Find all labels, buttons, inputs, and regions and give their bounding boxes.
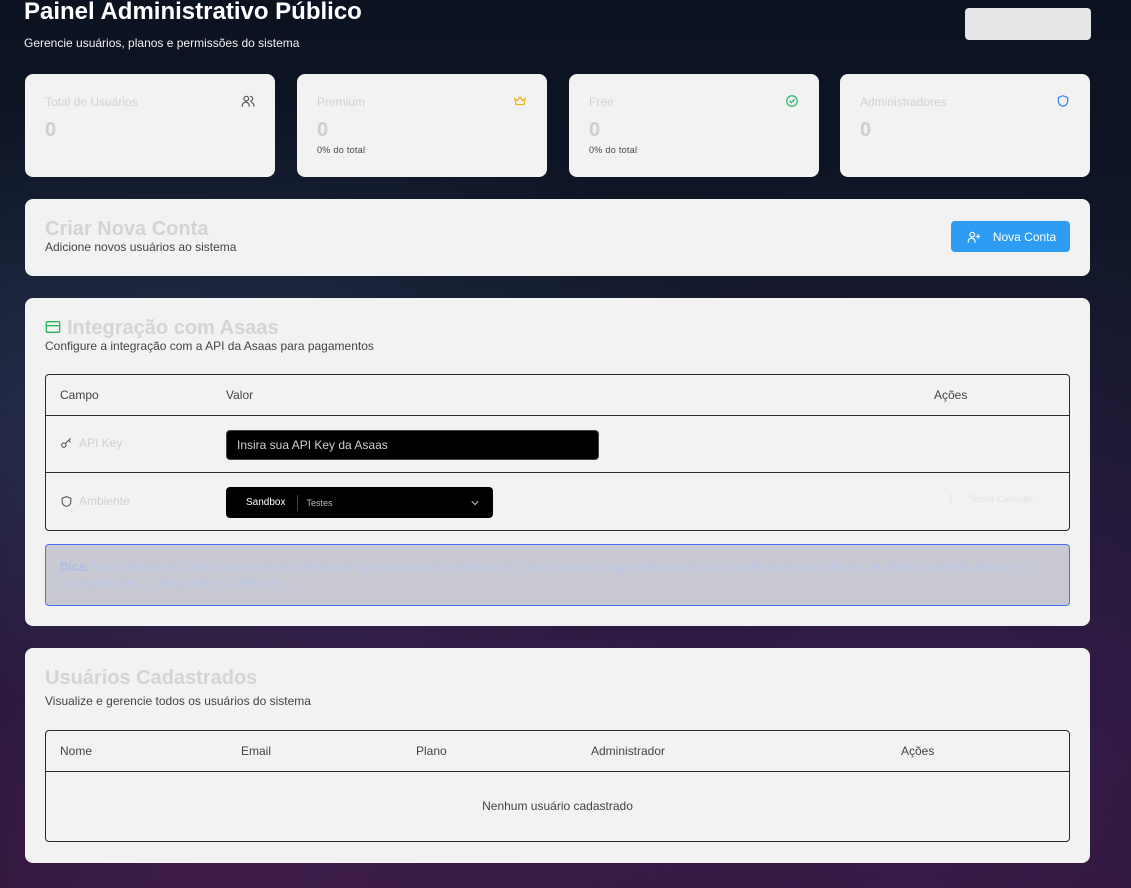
credit-card-icon <box>45 321 61 333</box>
create-account-card: Criar Nova Conta Adicione novos usuários… <box>25 199 1090 276</box>
asaas-integration-card: Integração com Asaas Configure a integra… <box>25 298 1090 626</box>
stat-label: Total de Usuários <box>45 95 138 109</box>
asaas-config-table: Campo Valor Ações API Key Ambiente Sandb… <box>45 374 1070 531</box>
stat-value: 0 <box>860 119 872 141</box>
shield-icon <box>61 495 72 507</box>
test-connection-button[interactable]: Testar Conexão <box>946 493 1033 505</box>
column-header-name: Nome <box>60 744 93 758</box>
stat-label: Administradores <box>860 95 947 109</box>
asaas-desc: Configure a integração com a API da Asaa… <box>45 339 374 353</box>
api-key-label: API Key <box>60 436 122 450</box>
header-action-button[interactable] <box>965 8 1091 40</box>
stat-card-admins: Administradores 0 <box>840 74 1090 177</box>
chevron-down-icon <box>471 500 479 505</box>
stat-value: 0 <box>45 119 57 141</box>
stat-value: 0 <box>317 119 329 141</box>
api-key-input[interactable] <box>226 430 599 460</box>
page-title: Painel Administrativo Público <box>24 0 362 25</box>
tip-text: Use o ambiente Sandbox para testes e Pro… <box>60 560 1030 590</box>
create-account-title: Criar Nova Conta <box>45 218 209 240</box>
key-icon <box>61 437 71 448</box>
stat-label: Free <box>589 95 614 109</box>
stat-subtext: 0% do total <box>589 145 638 155</box>
check-circle-icon <box>786 95 798 107</box>
environment-value: Sandbox <box>246 497 286 508</box>
environment-label: Ambiente <box>60 494 130 508</box>
new-account-button[interactable]: Nova Conta <box>951 221 1070 252</box>
create-account-desc: Adicione novos usuários ao sistema <box>45 240 237 254</box>
stat-card-total-users: Total de Usuários 0 <box>25 74 275 177</box>
stat-card-premium: Premium 0 0% do total <box>297 74 547 177</box>
tip-box: Dica: Use o ambiente Sandbox para testes… <box>45 544 1070 606</box>
users-title: Usuários Cadastrados <box>45 667 258 689</box>
page-subtitle: Gerencie usuários, planos e permissões d… <box>24 36 300 50</box>
plug-icon <box>949 494 953 504</box>
column-header-value: Valor <box>226 388 254 402</box>
crown-icon <box>514 96 526 106</box>
empty-state-message: Nenhum usuário cadastrado <box>482 799 633 813</box>
column-header-actions: Ações <box>901 744 935 758</box>
row-divider <box>46 415 1069 416</box>
stat-label: Premium <box>317 95 366 109</box>
users-table: Nome Email Plano Administrador Ações Nen… <box>45 730 1070 842</box>
column-header-email: Email <box>241 744 272 758</box>
column-header-actions: Ações <box>934 388 968 402</box>
asaas-title: Integração com Asaas <box>67 317 279 339</box>
tip-label: Dica: <box>60 560 90 574</box>
new-account-label: Nova Conta <box>992 229 1057 244</box>
column-header-admin: Administrador <box>591 744 666 758</box>
users-card: Usuários Cadastrados Visualize e gerenci… <box>25 648 1090 863</box>
users-desc: Visualize e gerencie todos os usuários d… <box>45 694 311 708</box>
stat-subtext: 0% do total <box>317 145 366 155</box>
user-plus-icon <box>967 231 981 243</box>
row-divider <box>46 472 1069 473</box>
column-header-field: Campo <box>60 388 99 402</box>
environment-select[interactable]: Sandbox Testes <box>226 487 493 518</box>
shield-icon <box>1057 95 1069 107</box>
column-header-plan: Plano <box>416 744 447 758</box>
users-icon <box>241 95 255 107</box>
row-divider <box>46 771 1069 772</box>
stat-card-free: Free 0 0% do total <box>569 74 819 177</box>
environment-hint: Testes <box>306 497 333 508</box>
stat-value: 0 <box>589 119 601 141</box>
select-separator <box>297 494 299 511</box>
page-header: Painel Administrativo Público Gerencie u… <box>24 0 1091 60</box>
